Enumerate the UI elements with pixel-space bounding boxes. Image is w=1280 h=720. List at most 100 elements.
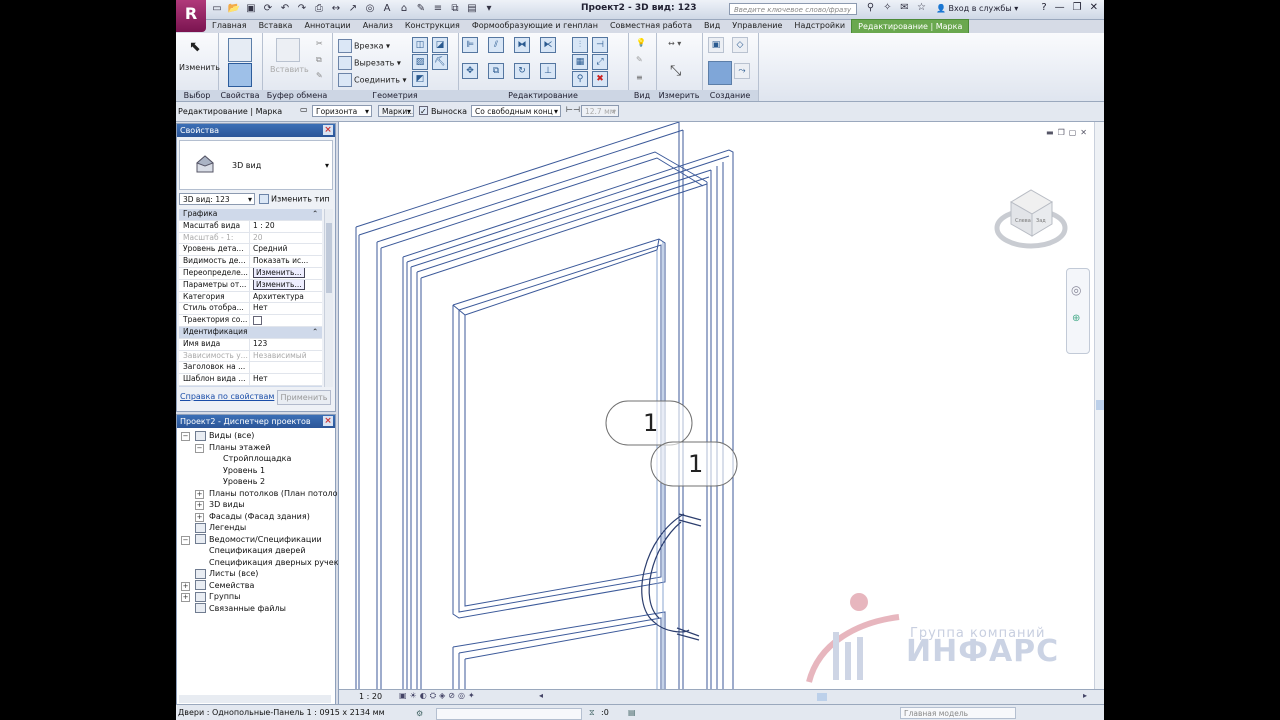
mirror-draw-icon[interactable]: ⧔ <box>540 37 556 53</box>
tab-5[interactable]: Формообразующие и генплан <box>466 19 604 33</box>
demolish-icon[interactable]: ⛏ <box>432 54 448 70</box>
property-value[interactable]: Архитектура <box>250 292 322 303</box>
expand-icon[interactable]: + <box>181 593 190 602</box>
property-value[interactable]: 123 <box>250 339 322 350</box>
remove-paint-icon[interactable]: ◩ <box>412 71 428 87</box>
trim-icon[interactable]: ⊥ <box>540 63 556 79</box>
split-face-icon[interactable]: ◪ <box>432 37 448 53</box>
instance-select[interactable]: 3D вид: 123 <box>179 193 255 205</box>
browser-item[interactable]: Уровень 1 <box>177 465 333 477</box>
edit-type-button[interactable]: Изменить тип <box>259 194 330 204</box>
browser-item[interactable]: + Группы <box>177 591 333 603</box>
tags-button[interactable]: Марки... <box>378 105 414 117</box>
pin-icon[interactable]: ⚲ <box>572 71 588 87</box>
leader-type-select[interactable]: Со свободным конц <box>471 105 561 117</box>
browser-item[interactable]: − Виды (все) <box>177 430 333 442</box>
application-menu-button[interactable]: R <box>176 0 206 32</box>
search-input[interactable]: Введите ключевое слово/фразу <box>729 3 857 15</box>
aligned-dimension-icon[interactable]: ⤡ <box>670 63 681 79</box>
collapse-icon[interactable]: − <box>181 432 190 441</box>
scroll-thumb[interactable] <box>1096 400 1104 410</box>
modify-button[interactable]: Изменить <box>179 63 220 72</box>
workset-select[interactable] <box>436 708 582 720</box>
expand-icon[interactable]: + <box>181 581 190 591</box>
filter-icon[interactable]: ⧖ <box>589 705 595 720</box>
align-icon[interactable]: ⊫ <box>462 37 478 53</box>
close-icon[interactable]: × <box>323 125 333 135</box>
paint-icon[interactable]: ▨ <box>412 54 428 70</box>
property-row[interactable]: Масштаб - 1: 20 <box>179 232 322 245</box>
property-row[interactable]: Стиль отобра... Нет <box>179 303 322 316</box>
property-value[interactable]: Показать ис... <box>250 256 322 267</box>
switch-windows-icon[interactable]: ▤ <box>465 2 479 16</box>
tab-1[interactable]: Вставка <box>253 19 299 33</box>
similar-icon[interactable]: ⤳ <box>734 63 750 79</box>
scale-icon[interactable]: ⤢ <box>592 54 608 70</box>
apply-button[interactable]: Применить <box>277 390 331 405</box>
mirror-axis-icon[interactable]: ⧓ <box>514 37 530 53</box>
orientation-select[interactable]: Горизонта <box>312 105 372 117</box>
property-row[interactable]: Траектория со... <box>179 315 322 327</box>
minimize-icon[interactable]: — <box>1055 2 1065 13</box>
leader-length-input[interactable]: 12.7 мм <box>581 105 619 117</box>
property-section[interactable]: Идентификация ⌃ <box>179 326 322 339</box>
rotate-icon[interactable]: ↻ <box>514 63 530 79</box>
property-row[interactable]: Заголовок на ... <box>179 362 322 375</box>
expand-icon[interactable]: + <box>195 501 204 510</box>
cut-geometry-button[interactable]: Врезка ▾ <box>338 39 390 53</box>
close-icon[interactable]: ✕ <box>1090 2 1098 13</box>
collapse-icon[interactable]: ⌃ <box>312 327 322 338</box>
collapse-icon[interactable]: − <box>195 443 204 453</box>
property-row[interactable]: Имя вида 123 <box>179 338 322 351</box>
browser-item[interactable]: + Планы потолков (План потолок <box>177 488 342 500</box>
edit-button[interactable]: Изменить... <box>253 279 305 290</box>
browser-item[interactable]: − Ведомости/Спецификации <box>177 534 333 546</box>
minimize-icon[interactable]: ▬ <box>1046 128 1054 137</box>
copy-element-icon[interactable]: ⧉ <box>488 63 504 79</box>
property-row[interactable]: Параметры от... Изменить... <box>179 279 322 292</box>
close-hidden-icon[interactable]: ⧉ <box>448 2 462 16</box>
hide-bulb-icon[interactable]: 💡 <box>636 38 646 47</box>
tab-10[interactable]: Редактирование | Марка <box>851 19 970 34</box>
model-select[interactable]: Главная модель <box>900 707 1016 719</box>
close-icon[interactable]: ✕ <box>1080 128 1087 137</box>
open-icon[interactable]: 📂 <box>227 2 241 16</box>
properties-scrollbar[interactable] <box>324 209 333 387</box>
measure-between-icon[interactable]: ↔ ▾ <box>668 39 681 48</box>
browser-item[interactable]: Листы (все) <box>177 568 333 580</box>
scroll-thumb[interactable] <box>326 223 332 293</box>
property-value[interactable]: Нет <box>250 374 322 385</box>
section-icon[interactable]: ✎ <box>414 2 428 16</box>
view-scale[interactable]: 1 : 20 <box>359 692 382 701</box>
property-row[interactable]: Видимость де... Показать ис... <box>179 256 322 268</box>
override-brush-icon[interactable]: ✎ <box>636 55 643 64</box>
cut-out-button[interactable]: Вырезать ▾ <box>338 56 401 70</box>
property-section[interactable]: Графика ⌃ <box>179 209 322 221</box>
save-icon[interactable]: ▣ <box>244 2 258 16</box>
communication-icon[interactable]: ✉ <box>898 2 911 13</box>
property-value[interactable]: Изменить... <box>250 267 322 279</box>
property-row[interactable]: Шаблон вида ... Нет <box>179 374 322 386</box>
signin-button[interactable]: 👤 Вход в службы ▾ <box>936 4 1018 13</box>
scroll-right-icon[interactable]: ▸ <box>1083 691 1087 700</box>
scroll-left-icon[interactable]: ◂ <box>539 691 543 700</box>
copy-icon[interactable]: ⧉ <box>316 55 322 65</box>
move-icon[interactable]: ✥ <box>462 63 478 79</box>
measure-icon[interactable]: ↔ <box>329 2 343 16</box>
design-options-icon[interactable]: ▤ <box>628 705 636 720</box>
property-value[interactable]: Нет <box>250 303 322 314</box>
worksets-icon[interactable]: ⚙ <box>416 706 423 720</box>
collapse-icon[interactable]: ⌃ <box>312 209 322 220</box>
viewport-vscrollbar[interactable] <box>1094 122 1104 690</box>
properties-help-link[interactable]: Справка по свойствам <box>180 392 274 401</box>
new-icon[interactable]: ▭ <box>210 2 224 16</box>
property-checkbox[interactable] <box>253 315 262 325</box>
browser-item[interactable]: Спецификация дверных ручек <box>177 557 339 569</box>
unpin-icon[interactable]: ⊣ <box>592 37 608 53</box>
browser-item[interactable]: Уровень 2 <box>177 476 333 488</box>
browser-item[interactable]: Стройплощадка <box>177 453 333 465</box>
undo-icon[interactable]: ↶ <box>278 2 292 16</box>
sync-icon[interactable]: ⟳ <box>261 2 275 16</box>
door-model-canvas[interactable]: 1 1 Слева Зад <box>339 122 1104 690</box>
wall-join-icon[interactable]: ◫ <box>412 37 428 53</box>
